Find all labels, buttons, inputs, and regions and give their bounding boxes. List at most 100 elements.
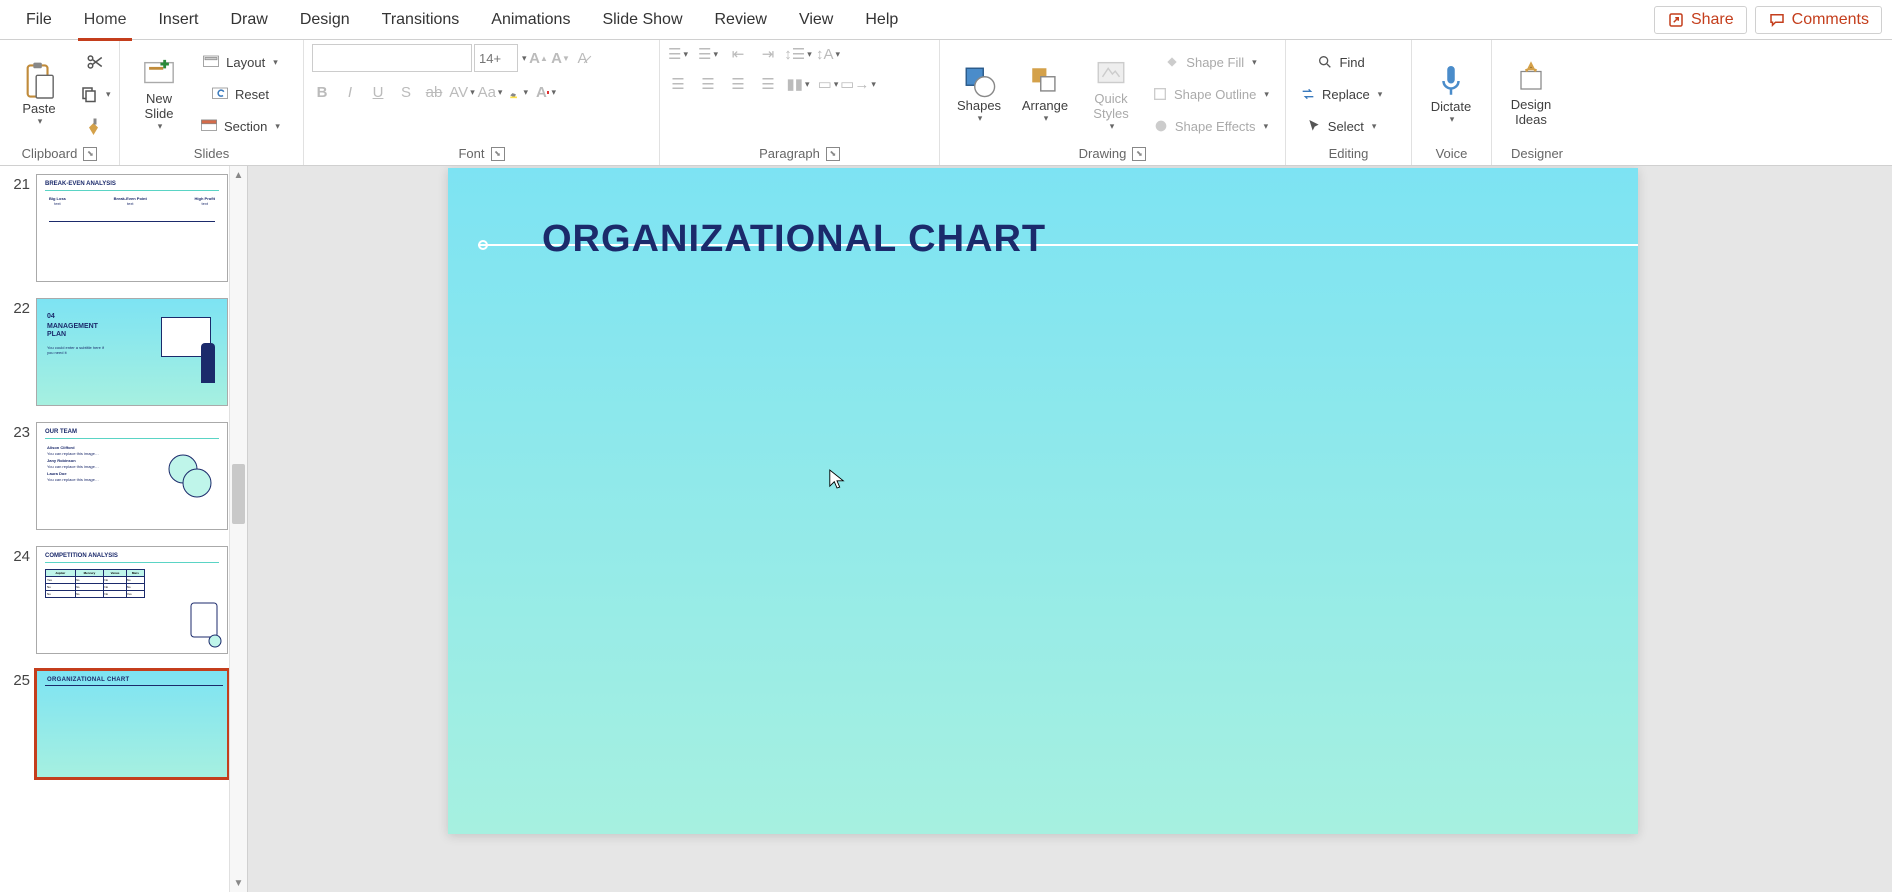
decrease-font-icon[interactable]: A▼ xyxy=(551,48,571,68)
tab-draw[interactable]: Draw xyxy=(214,0,283,40)
effects-icon xyxy=(1153,118,1169,134)
columns-button[interactable]: ▮▮▾ xyxy=(788,74,808,94)
strikethrough-button[interactable]: S xyxy=(396,82,416,102)
tab-transitions[interactable]: Transitions xyxy=(366,0,476,40)
font-family-input[interactable] xyxy=(312,44,472,72)
reset-label: Reset xyxy=(235,87,269,102)
increase-font-icon[interactable]: A▲ xyxy=(529,48,549,68)
slide-thumbnail[interactable]: 22 04 MANAGEMENT PLAN You could enter a … xyxy=(0,290,247,414)
shadow-button[interactable]: ab xyxy=(424,82,444,102)
reset-button[interactable]: Reset xyxy=(194,79,286,109)
underline-button[interactable]: U xyxy=(368,82,388,102)
quick-styles-button[interactable]: Quick Styles▾ xyxy=(1080,48,1142,140)
chevron-down-icon[interactable]: ▾ xyxy=(522,53,527,64)
shape-outline-button[interactable]: Shape Outline▾ xyxy=(1146,79,1275,109)
decrease-indent-button[interactable]: ⇤ xyxy=(728,44,748,64)
shape-effects-button[interactable]: Shape Effects▾ xyxy=(1146,111,1275,141)
layout-button[interactable]: Layout ▾ xyxy=(194,47,286,77)
thumb-title: ORGANIZATIONAL CHART xyxy=(47,677,129,683)
char-spacing-button[interactable]: AV▾ xyxy=(452,82,472,102)
text-direction-button[interactable]: ↕A▾ xyxy=(818,44,838,64)
tab-home[interactable]: Home xyxy=(68,0,143,40)
bullets-button[interactable]: ☰▾ xyxy=(668,44,688,64)
tab-file[interactable]: File xyxy=(10,0,68,40)
share-button[interactable]: Share xyxy=(1654,6,1747,34)
drawing-launcher[interactable]: ⬊ xyxy=(1132,147,1146,161)
line-spacing-button[interactable]: ↕☰▾ xyxy=(788,44,808,64)
align-center-button[interactable]: ☰ xyxy=(698,74,718,94)
slide-canvas-area[interactable]: ORGANIZATIONAL CHART xyxy=(248,166,1892,892)
layout-label: Layout xyxy=(226,55,265,70)
highlight-button[interactable]: ▾ xyxy=(508,82,528,102)
italic-button[interactable]: I xyxy=(340,82,360,102)
thumb-title: OUR TEAM xyxy=(45,429,77,435)
layout-icon xyxy=(202,53,220,71)
chevron-down-icon: ▾ xyxy=(1264,89,1269,100)
slide-title[interactable]: ORGANIZATIONAL CHART xyxy=(542,218,1046,261)
comments-button[interactable]: Comments xyxy=(1755,6,1882,34)
slide-number: 21 xyxy=(6,174,30,193)
arrange-label: Arrange xyxy=(1022,98,1068,113)
slide-thumbnail[interactable]: 21 BREAK-EVEN ANALYSIS Big LosstextBreak… xyxy=(0,166,247,290)
font-launcher[interactable]: ⬊ xyxy=(491,147,505,161)
thumb-title: BREAK-EVEN ANALYSIS xyxy=(45,181,116,187)
tab-insert[interactable]: Insert xyxy=(142,0,214,40)
format-painter-button[interactable] xyxy=(74,111,117,141)
slide-canvas[interactable]: ORGANIZATIONAL CHART xyxy=(448,168,1638,834)
section-button[interactable]: Section▾ xyxy=(194,111,286,141)
slide-number: 25 xyxy=(6,670,30,689)
select-button[interactable]: Select▾ xyxy=(1294,111,1388,141)
cut-button[interactable] xyxy=(74,47,117,77)
reset-icon xyxy=(211,85,229,103)
tab-view[interactable]: View xyxy=(783,0,849,40)
increase-indent-button[interactable]: ⇥ xyxy=(758,44,778,64)
shapes-button[interactable]: Shapes▾ xyxy=(948,48,1010,140)
scroll-up-icon[interactable]: ▲ xyxy=(230,166,247,184)
comments-label: Comments xyxy=(1792,11,1869,29)
copy-button[interactable]: ▾ xyxy=(74,79,117,109)
justify-button[interactable]: ☰ xyxy=(758,74,778,94)
thumbnail-scrollbar[interactable]: ▲ ▼ xyxy=(229,166,247,892)
new-slide-button[interactable]: New Slide ▾ xyxy=(128,48,190,140)
smartart-button[interactable]: ▭→▾ xyxy=(848,74,868,94)
design-ideas-button[interactable]: Design Ideas xyxy=(1500,48,1562,140)
tab-help[interactable]: Help xyxy=(849,0,914,40)
chevron-down-icon: ▾ xyxy=(1252,57,1257,68)
clear-formatting-icon[interactable]: A̷ xyxy=(573,48,593,68)
design-ideas-icon xyxy=(1516,61,1546,97)
chevron-down-icon: ▾ xyxy=(273,57,278,68)
font-size-input[interactable] xyxy=(474,44,518,72)
paste-button[interactable]: Paste ▾ xyxy=(8,48,70,140)
voice-group-label: Voice xyxy=(1436,146,1468,161)
scroll-down-icon[interactable]: ▼ xyxy=(230,874,247,892)
shape-fill-button[interactable]: Shape Fill ▾ xyxy=(1146,47,1275,77)
numbering-button[interactable]: ☰▾ xyxy=(698,44,718,64)
font-color-button[interactable]: A▾ xyxy=(536,82,556,102)
title-bullet-icon xyxy=(478,240,488,250)
align-text-button[interactable]: ▭▾ xyxy=(818,74,838,94)
chevron-down-icon: ▾ xyxy=(158,121,163,132)
tab-review[interactable]: Review xyxy=(699,0,783,40)
slide-thumbnail[interactable]: 24 COMPETITION ANALYSIS JupiterMercuryVe… xyxy=(0,538,247,662)
change-case-button[interactable]: Aa▾ xyxy=(480,82,500,102)
clipboard-launcher[interactable]: ⬊ xyxy=(83,147,97,161)
paragraph-launcher[interactable]: ⬊ xyxy=(826,147,840,161)
clipboard-icon xyxy=(22,61,56,101)
slide-thumbnail[interactable]: 23 OUR TEAM Alison CliffordYou can repla… xyxy=(0,414,247,538)
align-left-button[interactable]: ☰ xyxy=(668,74,688,94)
arrange-button[interactable]: Arrange▾ xyxy=(1014,48,1076,140)
dictate-button[interactable]: Dictate▾ xyxy=(1420,48,1482,140)
scroll-handle[interactable] xyxy=(232,464,245,524)
tab-animations[interactable]: Animations xyxy=(475,0,586,40)
find-button[interactable]: Find xyxy=(1294,47,1388,77)
tab-slideshow[interactable]: Slide Show xyxy=(586,0,698,40)
chevron-down-icon: ▾ xyxy=(498,87,503,98)
replace-icon xyxy=(1300,86,1316,102)
tab-design[interactable]: Design xyxy=(284,0,366,40)
bold-button[interactable]: B xyxy=(312,82,332,102)
shape-fill-label: Shape Fill xyxy=(1186,55,1244,70)
chevron-down-icon: ▾ xyxy=(1372,121,1377,132)
align-right-button[interactable]: ☰ xyxy=(728,74,748,94)
slide-thumbnail[interactable]: 25 ORGANIZATIONAL CHART xyxy=(0,662,247,786)
replace-button[interactable]: Replace▾ xyxy=(1294,79,1388,109)
